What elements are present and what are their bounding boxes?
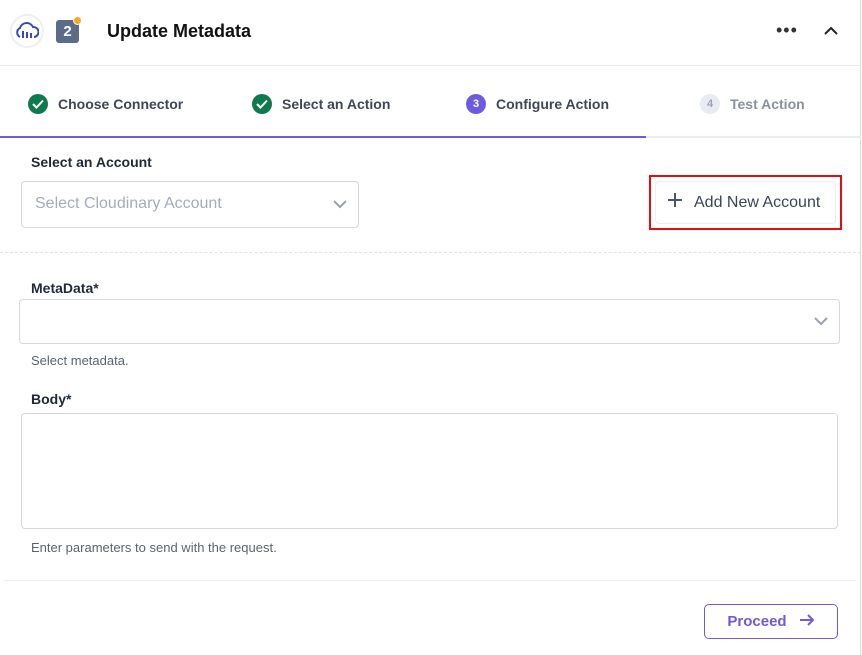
metadata-label: MetaData*	[31, 280, 99, 296]
footer-divider	[4, 580, 856, 581]
step-test-action[interactable]: 4 Test Action	[700, 94, 805, 114]
body-label: Body*	[31, 391, 72, 407]
step-label: Choose Connector	[58, 96, 184, 112]
account-select[interactable]: Select Cloudinary Account	[21, 181, 359, 228]
panel-header: 2 Update Metadata •••	[0, 0, 861, 66]
proceed-button[interactable]: Proceed	[704, 604, 838, 639]
account-placeholder: Select Cloudinary Account	[35, 195, 222, 212]
section-divider	[0, 252, 861, 253]
metadata-select[interactable]	[19, 299, 840, 344]
add-new-account-button[interactable]: Add New Account	[655, 181, 836, 224]
body-help: Enter parameters to send with the reques…	[31, 540, 277, 555]
metadata-help: Select metadata.	[31, 353, 129, 368]
stepper-progress-bar	[0, 136, 646, 138]
chevron-up-icon[interactable]	[822, 22, 840, 45]
check-icon	[28, 94, 48, 114]
warning-dot-icon	[73, 16, 82, 25]
step-choose-connector[interactable]: Choose Connector	[28, 94, 183, 114]
stepper: Choose Connector Select an Action 3 Conf…	[0, 66, 861, 138]
account-label: Select an Account	[31, 154, 152, 170]
check-icon	[252, 94, 272, 114]
step-label: Test Action	[730, 96, 805, 112]
body-textarea[interactable]	[21, 413, 838, 529]
step-number: 3	[466, 94, 486, 114]
chevron-down-icon	[813, 313, 829, 334]
step-configure-action[interactable]: 3 Configure Action	[466, 94, 609, 114]
plus-icon	[668, 193, 682, 212]
add-account-highlight: Add New Account	[649, 175, 842, 230]
proceed-label: Proceed	[727, 613, 787, 630]
chevron-down-icon	[332, 196, 348, 217]
add-account-label: Add New Account	[694, 193, 821, 211]
cloudinary-logo-icon	[10, 14, 44, 48]
step-label: Configure Action	[496, 96, 610, 112]
step-number: 4	[700, 94, 720, 114]
step-select-action[interactable]: Select an Action	[252, 94, 390, 114]
step-label: Select an Action	[282, 96, 391, 112]
page-title: Update Metadata	[107, 21, 252, 41]
more-options-icon[interactable]: •••	[776, 20, 798, 41]
arrow-right-icon	[799, 613, 815, 631]
step-panel: 2 Update Metadata ••• Choose Connector S…	[0, 0, 861, 655]
